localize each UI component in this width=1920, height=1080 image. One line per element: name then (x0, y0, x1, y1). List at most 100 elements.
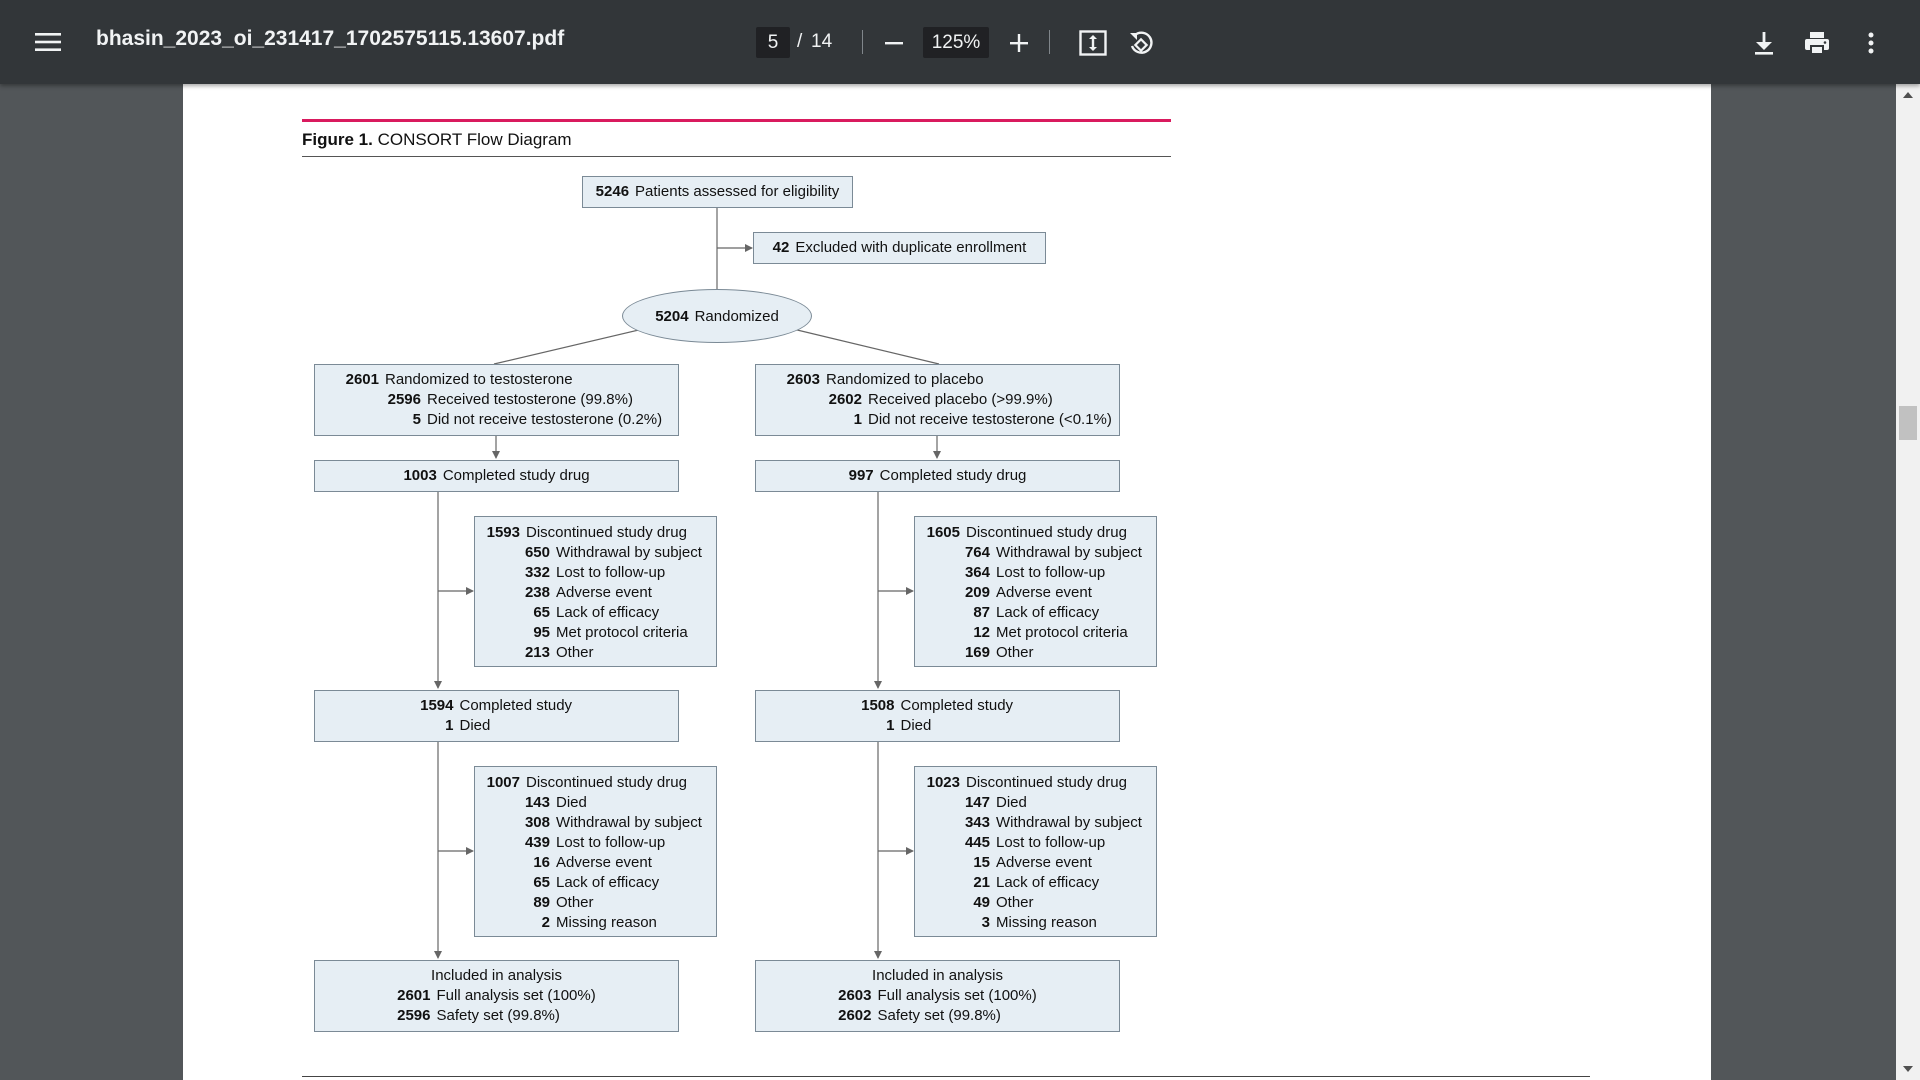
fit-to-page-button[interactable] (1076, 26, 1110, 60)
discontinued-row: 213 Other (486, 643, 716, 663)
discontinued-count: 147 (964, 794, 990, 811)
scroll-up-arrow-icon[interactable] (1903, 92, 1913, 98)
allocation-row: 2602 Received placebo (>99.9%) (780, 390, 1119, 410)
excluded-label: Excluded with duplicate enrollment (795, 239, 1027, 256)
zoom-in-button[interactable] (1003, 27, 1035, 59)
allocation-count: 2596 (387, 391, 421, 408)
pdf-toolbar: bhasin_2023_oi_231417_1702575115.13607.p… (0, 0, 1920, 84)
discontinued-count: 2 (541, 914, 550, 931)
completed-study-label: Died (900, 717, 932, 734)
page-separator: / (797, 31, 803, 52)
discontinued-label: Withdrawal by subject (996, 544, 1142, 561)
discontinued-count: 1007 (486, 774, 520, 791)
discontinued-row: 12 Met protocol criteria (926, 623, 1156, 643)
allocation-row: 2603 Randomized to placebo (780, 370, 1119, 390)
discontinued-count: 65 (533, 874, 550, 891)
excluded-box: 42 Excluded with duplicate enrollment (753, 232, 1046, 264)
assessed-label: Patients assessed for eligibility (635, 183, 840, 200)
more-options-button[interactable] (1856, 26, 1886, 60)
download-button[interactable] (1747, 26, 1781, 60)
plus-icon (1010, 34, 1028, 52)
completed-study-row: 1508 Completed study (855, 696, 1021, 716)
discontinued-count: 12 (973, 624, 990, 641)
discontinued-row: 364 Lost to follow-up (926, 563, 1156, 583)
vertical-scrollbar[interactable] (1896, 84, 1920, 1080)
discontinued-row: 445 Lost to follow-up (926, 833, 1156, 853)
discontinued-count: 16 (533, 854, 550, 871)
discontinued-count: 169 (964, 644, 990, 661)
print-icon (1805, 32, 1829, 54)
discontinued-row: 15 Adverse event (926, 853, 1156, 873)
discontinued-row: 147 Died (926, 793, 1156, 813)
assessed-count: 5246 (595, 183, 630, 200)
discontinued-row: 89 Other (486, 893, 716, 913)
print-button[interactable] (1800, 26, 1834, 60)
discontinued-label: Adverse event (996, 584, 1092, 601)
discontinued-label: Missing reason (996, 914, 1097, 931)
discontinued-label: Adverse event (556, 584, 652, 601)
discontinued-row: 3 Missing reason (926, 913, 1156, 933)
discontinued-count: 650 (524, 544, 550, 561)
rotate-button[interactable] (1124, 26, 1158, 60)
page-number-input[interactable]: 5 (756, 27, 790, 58)
completed-drug-count: 1003 (403, 467, 437, 484)
discontinued-count: 1593 (486, 524, 520, 541)
allocation-label: Received testosterone (99.8%) (427, 391, 633, 408)
assessed-box: 5246 Patients assessed for eligibility (582, 176, 853, 208)
zoom-out-button[interactable] (878, 27, 910, 59)
menu-icon[interactable] (30, 26, 66, 58)
discontinued-row: 1007 Discontinued study drug (486, 773, 716, 793)
analysis-count: 2601 (397, 987, 431, 1004)
discontinued-count: 343 (964, 814, 990, 831)
discontinued-count: 3 (981, 914, 990, 931)
analysis-row: 2602 Safety set (99.8%) (828, 1006, 1048, 1026)
completed-study-count: 1 (886, 717, 895, 734)
analysis-count: 2596 (397, 1007, 431, 1024)
discontinued-label: Adverse event (996, 854, 1092, 871)
analysis-heading: Included in analysis (431, 967, 562, 984)
placebo-completed-drug-box: 997 Completed study drug (755, 460, 1120, 492)
connector-line (493, 328, 644, 365)
discontinued-row: 343 Withdrawal by subject (926, 813, 1156, 833)
testosterone-completed-drug-box: 1003 Completed study drug (314, 460, 679, 492)
discontinued-count: 364 (964, 564, 990, 581)
testosterone-discontinued-study-box: 1007 Discontinued study drug 143 Died 308 W… (474, 766, 717, 937)
document-title: bhasin_2023_oi_231417_1702575115.13607.p… (96, 27, 565, 50)
discontinued-row: 21 Lack of efficacy (926, 873, 1156, 893)
completed-drug-label: Completed study drug (879, 467, 1027, 484)
fit-page-icon (1079, 30, 1107, 56)
completed-study-label: Completed study (900, 697, 1014, 714)
completed-study-label: Completed study (459, 697, 573, 714)
randomized-label: Randomized (694, 307, 779, 325)
discontinued-count: 213 (524, 644, 550, 661)
allocation-count: 1 (853, 411, 862, 428)
discontinued-count: 95 (533, 624, 550, 641)
analysis-count: 2602 (838, 1007, 872, 1024)
discontinued-label: Other (556, 894, 594, 911)
discontinued-count: 143 (524, 794, 550, 811)
discontinued-count: 445 (964, 834, 990, 851)
discontinued-row: 95 Met protocol criteria (486, 623, 716, 643)
excluded-count: 42 (772, 239, 790, 256)
discontinued-count: 21 (973, 874, 990, 891)
scroll-down-arrow-icon[interactable] (1903, 1066, 1913, 1072)
placebo-completed-study-box: 1508 Completed study 1 Died (755, 690, 1120, 742)
discontinued-count: 1605 (926, 524, 960, 541)
analysis-label: Safety set (99.8%) (436, 1007, 560, 1024)
zoom-level-input[interactable]: 125% (923, 27, 989, 58)
allocation-count: 2602 (828, 391, 862, 408)
discontinued-row: 308 Withdrawal by subject (486, 813, 716, 833)
completed-study-count: 1508 (861, 697, 895, 714)
discontinued-row: 65 Lack of efficacy (486, 873, 716, 893)
discontinued-label: Other (996, 894, 1034, 911)
discontinued-count: 439 (524, 834, 550, 851)
discontinued-row: 49 Other (926, 893, 1156, 913)
toolbar-divider (1049, 30, 1050, 54)
scroll-thumb[interactable] (1899, 406, 1917, 440)
discontinued-row: 439 Lost to follow-up (486, 833, 716, 853)
discontinued-label: Met protocol criteria (556, 624, 688, 641)
discontinued-label: Other (556, 644, 594, 661)
page-total: 14 (811, 31, 833, 52)
allocation-count: 2603 (786, 371, 820, 388)
discontinued-label: Other (996, 644, 1034, 661)
